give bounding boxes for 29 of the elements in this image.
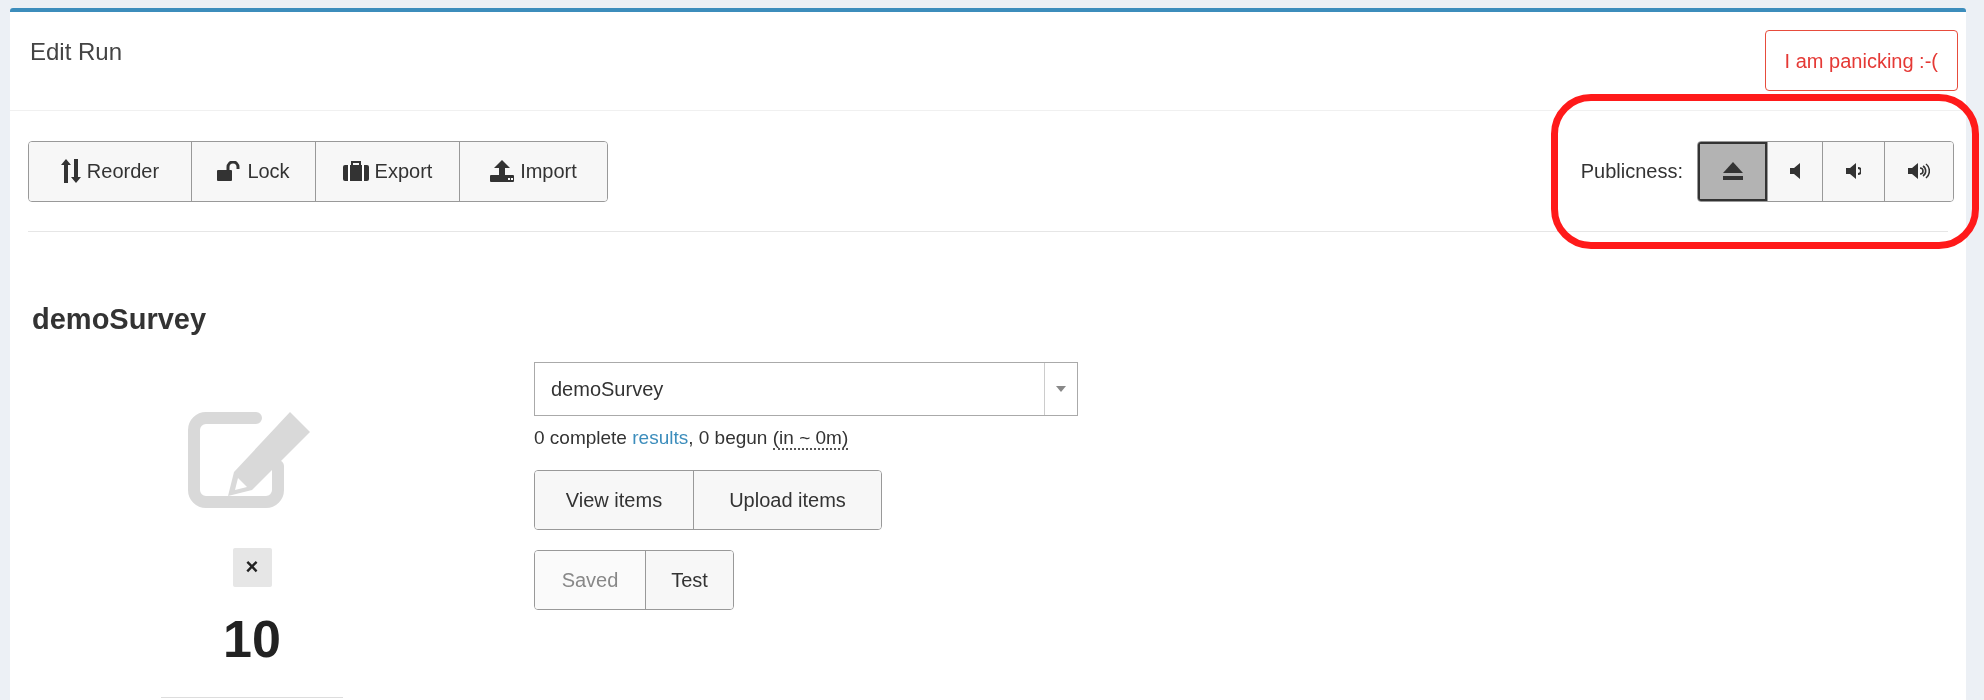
page-title: Edit Run <box>30 37 123 67</box>
publicness-option[interactable] <box>1698 141 1767 201</box>
toolbar-button[interactable]: Reorder <box>29 141 191 201</box>
sort-arrows-icon <box>60 159 81 183</box>
eject-icon <box>1722 162 1743 180</box>
position-number: 10 <box>223 612 281 665</box>
toolbar-button[interactable]: Export <box>315 141 459 201</box>
results-link[interactable]: results <box>632 426 689 448</box>
upload-icon <box>490 160 515 182</box>
panic-button[interactable]: I am panicking :-( <box>1764 30 1958 91</box>
briefcase-icon <box>342 161 369 181</box>
remove-button[interactable]: × <box>232 547 272 587</box>
publicness-label: Publicness: <box>1580 159 1683 184</box>
speaker-loud-icon <box>1908 163 1930 179</box>
item-button[interactable]: Upload items <box>693 471 881 529</box>
publicness-option[interactable] <box>1767 141 1822 201</box>
publicness-option[interactable] <box>1822 141 1884 201</box>
speaker-icon <box>1790 163 1800 179</box>
item-button[interactable]: View items <box>535 471 693 529</box>
toolbar-button[interactable]: Import <box>459 141 607 201</box>
toolbar-button[interactable]: Lock <box>191 141 315 201</box>
padlock-icon <box>217 161 242 181</box>
survey-select[interactable]: demoSurvey <box>534 361 1078 416</box>
speaker-low-icon <box>1846 163 1861 179</box>
survey-status-text: 0 complete results, 0 begun (in ~ 0m) <box>534 425 850 452</box>
dropdown-caret-icon <box>1056 385 1066 392</box>
publicness-option[interactable] <box>1884 141 1953 201</box>
state-button[interactable]: Test <box>645 551 733 609</box>
survey-title: demoSurvey <box>32 302 208 337</box>
